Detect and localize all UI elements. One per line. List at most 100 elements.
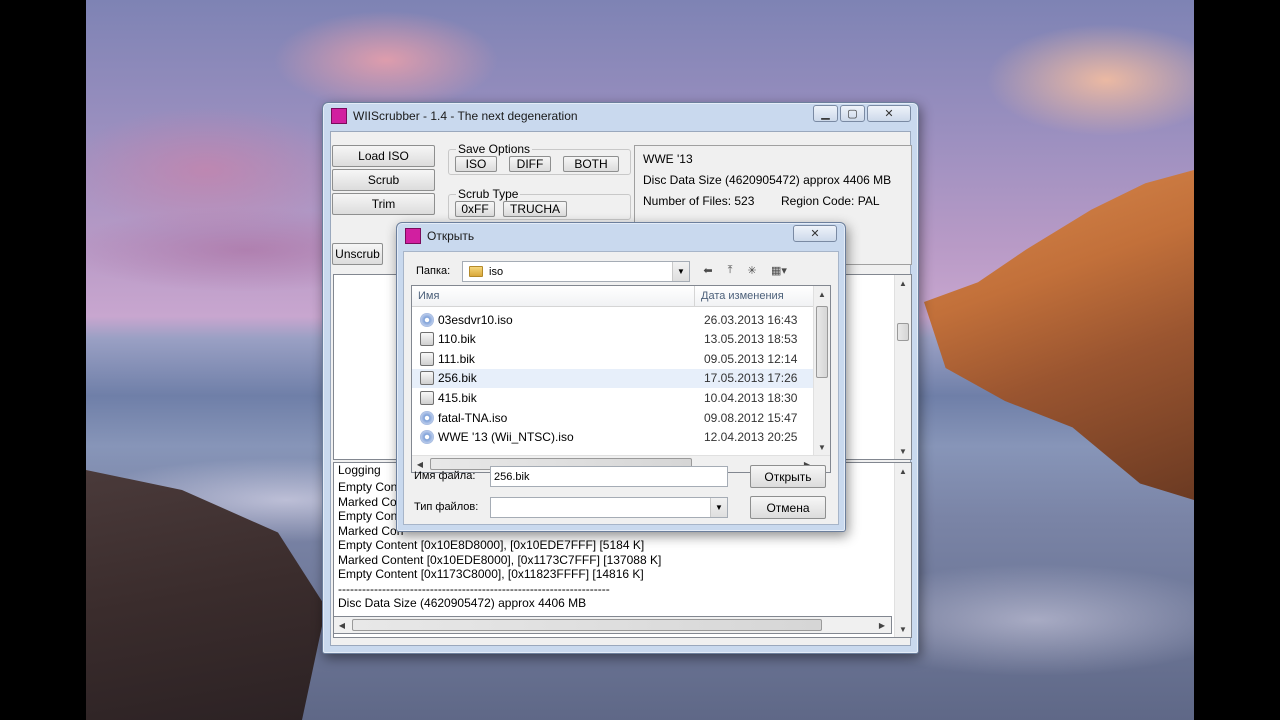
cancel-button[interactable]: Отмена: [750, 496, 826, 519]
file-row[interactable]: 03esdvr10.iso 26.03.2013 16:43: [412, 310, 815, 329]
log-line: Marked Con: [338, 494, 404, 509]
file-date: 09.08.2012 15:47: [704, 410, 798, 425]
log-vertical-scrollbar[interactable]: ▲ ▼: [894, 463, 911, 637]
file-date: 17.05.2013 17:26: [704, 371, 798, 386]
disc-image-icon: [420, 430, 434, 445]
scrub-trucha-option[interactable]: TRUCHA: [503, 201, 567, 217]
file-name: 03esdvr10.iso: [438, 312, 513, 327]
video-file-icon: [420, 351, 434, 366]
column-date-header[interactable]: Дата изменения: [694, 286, 815, 307]
file-name: 110.bik: [438, 332, 476, 347]
file-row[interactable]: WWE '13 (Wii_NTSC).iso 12.04.2013 20:25: [412, 428, 815, 447]
open-button[interactable]: Открыть: [750, 465, 826, 488]
region-code: Region Code: PAL: [781, 194, 880, 208]
video-file-icon: [420, 390, 434, 405]
log-line: ----------------------------------------…: [338, 581, 610, 596]
log-line: Empty Content [0x10E8D8000], [0x10EDE7FF…: [338, 538, 645, 552]
dialog-client-area: Папка: iso ▼ ⬅ ⤒ ✳ ▦▾ Имя Дата изменения…: [403, 251, 839, 525]
file-row[interactable]: 415.bik 10.04.2013 18:30: [412, 388, 815, 407]
file-list-vscrollbar[interactable]: ▲ ▼: [813, 286, 830, 455]
scroll-up-icon[interactable]: ▲: [895, 275, 911, 291]
unscrub-button[interactable]: Unscrub: [332, 243, 383, 265]
column-name-header[interactable]: Имя: [412, 286, 694, 307]
save-iso-option[interactable]: ISO: [455, 156, 497, 172]
scrub-type-group: Scrub Type 0xFF TRUCHA: [448, 187, 631, 220]
dialog-app-icon: [405, 228, 421, 244]
folder-icon: [469, 266, 483, 277]
scroll-down-icon[interactable]: ▼: [895, 443, 911, 459]
file-date: 13.05.2013 18:53: [704, 332, 798, 347]
logging-label: Logging: [338, 463, 381, 477]
tree-scroll-thumb[interactable]: [897, 323, 909, 341]
dialog-titlebar[interactable]: Открыть ✕: [397, 223, 845, 249]
filename-value: 256.bik: [494, 470, 530, 483]
log-hscroll-thumb[interactable]: [352, 619, 822, 631]
filetype-label: Тип файлов:: [414, 501, 479, 513]
list-scroll-down-icon[interactable]: ▼: [814, 439, 830, 455]
file-row[interactable]: 110.bik 13.05.2013 18:53: [412, 330, 815, 349]
trim-button[interactable]: Trim: [332, 193, 435, 215]
scroll-left-icon[interactable]: ◀: [334, 617, 350, 633]
folder-combo[interactable]: iso ▼: [462, 261, 690, 282]
dialog-close-button[interactable]: ✕: [793, 225, 837, 242]
new-folder-icon[interactable]: ✳: [744, 263, 760, 277]
folder-value: iso: [489, 265, 504, 278]
dialog-close-icon: ✕: [810, 228, 820, 240]
dialog-title: Открыть: [427, 229, 475, 243]
file-date: 12.04.2013 20:25: [704, 430, 798, 445]
filetype-select[interactable]: ▼: [490, 497, 728, 518]
close-icon: ✕: [884, 108, 894, 120]
scrub-0xff-option[interactable]: 0xFF: [455, 201, 495, 217]
up-folder-icon[interactable]: ⤒: [722, 263, 738, 277]
log-line: Marked Con: [338, 523, 404, 538]
log-scroll-down-icon[interactable]: ▼: [895, 621, 911, 637]
game-title: WWE '13: [643, 152, 693, 166]
log-horizontal-scrollbar[interactable]: ◀ ▶: [333, 616, 892, 634]
video-file-icon: [420, 332, 434, 347]
file-name: 111.bik: [438, 351, 475, 366]
list-scroll-thumb[interactable]: [816, 306, 828, 378]
maximize-button[interactable]: ▢: [840, 105, 865, 122]
file-list[interactable]: Имя Дата изменения 03esdvr10.iso 26.03.20…: [411, 285, 831, 473]
save-both-option[interactable]: BOTH: [563, 156, 619, 172]
tree-vertical-scrollbar[interactable]: ▲ ▼: [894, 275, 911, 459]
scroll-right-icon[interactable]: ▶: [874, 617, 890, 633]
list-scroll-up-icon[interactable]: ▲: [814, 286, 830, 302]
load-iso-button[interactable]: Load ISO: [332, 145, 435, 167]
maximize-icon: ▢: [847, 108, 858, 120]
minimize-button[interactable]: ▁: [813, 105, 838, 122]
file-name: 415.bik: [438, 390, 477, 405]
file-row[interactable]: fatal-TNA.iso 09.08.2012 15:47: [412, 408, 815, 427]
file-row[interactable]: 256.bik 17.05.2013 17:26: [412, 368, 815, 388]
minimize-icon: ▁: [821, 108, 830, 120]
close-button[interactable]: ✕: [867, 105, 911, 122]
filename-label: Имя файла:: [414, 470, 476, 482]
save-options-group: Save Options ISO DIFF BOTH: [448, 142, 631, 175]
file-date: 09.05.2013 12:14: [704, 351, 798, 366]
number-of-files: Number of Files: 523: [643, 194, 755, 208]
file-name: fatal-TNA.iso: [438, 410, 508, 425]
column-date-label: Дата изменения: [701, 290, 784, 302]
main-window-title: WIIScrubber - 1.4 - The next degeneratio…: [353, 109, 578, 123]
scrub-type-label: Scrub Type: [456, 187, 521, 201]
back-arrow-icon[interactable]: ⬅: [700, 263, 716, 277]
filename-field[interactable]: 256.bik: [490, 466, 728, 487]
filetype-chevron-down-icon[interactable]: ▼: [710, 498, 727, 517]
log-line: Disc Data Size (4620905472) approx 4406 …: [338, 596, 587, 610]
log-line: Empty Content [0x1173C8000], [0x11823FFF…: [338, 567, 644, 581]
log-line: Marked Content [0x10EDE8000], [0x1173C7F…: [338, 552, 662, 567]
chevron-down-icon[interactable]: ▼: [672, 262, 689, 281]
disc-image-icon: [420, 410, 434, 425]
file-row[interactable]: 111.bik 09.05.2013 12:14: [412, 349, 815, 368]
file-date: 26.03.2013 16:43: [704, 312, 798, 327]
main-titlebar[interactable]: WIIScrubber - 1.4 - The next degeneratio…: [323, 103, 918, 129]
disc-image-icon: [420, 312, 434, 327]
folder-label: Папка:: [416, 265, 451, 277]
log-scroll-up-icon[interactable]: ▲: [895, 463, 911, 479]
file-date: 10.04.2013 18:30: [704, 390, 798, 405]
file-name: WWE '13 (Wii_NTSC).iso: [438, 430, 574, 445]
column-name-label: Имя: [418, 290, 440, 302]
save-diff-option[interactable]: DIFF: [509, 156, 551, 172]
view-menu-icon[interactable]: ▦▾: [766, 263, 792, 277]
scrub-button[interactable]: Scrub: [332, 169, 435, 191]
